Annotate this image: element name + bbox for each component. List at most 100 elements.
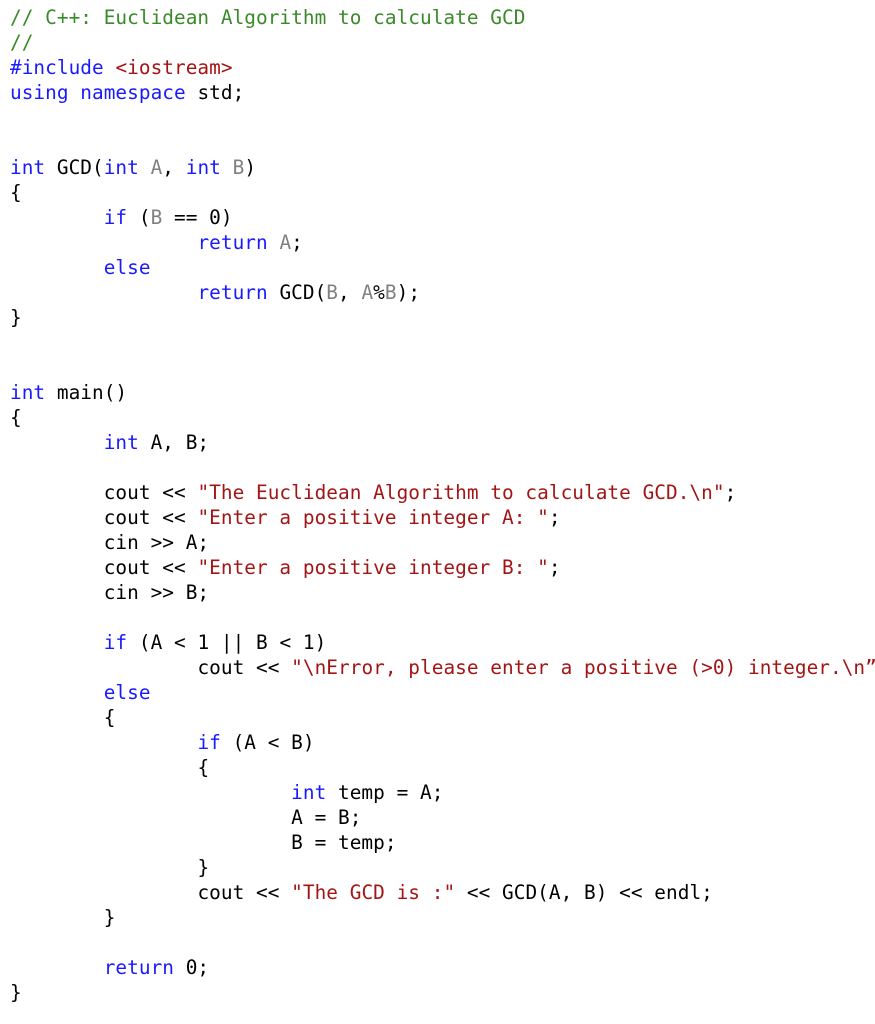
code-text: main(): [56, 381, 128, 404]
code-line: if (A < 1 || B < 1): [10, 630, 875, 655]
code-line: using namespace std;: [10, 80, 875, 105]
code-text: ;: [291, 231, 303, 254]
code-text: cout <<: [10, 481, 198, 504]
code-text: << GCD(A, B) << endl;: [455, 881, 713, 904]
code-keyword: int: [10, 381, 57, 404]
code-line: }: [10, 905, 875, 930]
code-text: 0;: [185, 956, 210, 979]
code-line: cout << "Enter a positive integer A: ";: [10, 505, 875, 530]
code-line: // C++: Euclidean Algorithm to calculate…: [10, 5, 875, 30]
code-text: ;: [548, 556, 561, 579]
code-text: }: [10, 306, 22, 329]
code-line: int main(): [10, 380, 875, 405]
code-line: else: [10, 255, 875, 280]
code-keyword: int: [103, 156, 151, 179]
code-line: B = temp;: [10, 830, 875, 855]
code-text: (A < 1 || B < 1): [138, 631, 327, 654]
code-line: if (A < B): [10, 730, 875, 755]
code-line: int A, B;: [10, 430, 875, 455]
code-line: {: [10, 180, 875, 205]
code-text: std;: [197, 81, 245, 104]
code-keyword: else: [103, 681, 151, 704]
code-text: cin >> B;: [10, 581, 210, 604]
code-line: {: [10, 755, 875, 780]
code-text: }: [10, 856, 210, 879]
code-text: cout <<: [10, 881, 292, 904]
code-text: GCD(: [279, 281, 327, 304]
code-line: //: [10, 30, 875, 55]
code-line: {: [10, 405, 875, 430]
code-text: }: [10, 906, 116, 929]
code-line: return 0;: [10, 955, 875, 980]
code-parameter: B: [326, 281, 339, 304]
code-line: }: [10, 855, 875, 880]
code-line: ​: [10, 105, 875, 130]
code-keyword: else: [103, 256, 151, 279]
code-string-literal: <iostream>: [115, 56, 233, 79]
code-text: A, B;: [150, 431, 210, 454]
code-keyword: if: [103, 206, 139, 229]
code-text: == 0): [162, 206, 233, 229]
code-text: A = B;: [10, 806, 362, 829]
code-listing: // C++: Euclidean Algorithm to calculate…: [10, 5, 875, 1005]
code-text: {: [10, 406, 22, 429]
code-text: ,: [162, 156, 186, 179]
code-line: }: [10, 305, 875, 330]
code-keyword: return: [103, 956, 186, 979]
code-text: }: [10, 981, 22, 1004]
code-text: ): [244, 156, 257, 179]
code-line: ​: [10, 355, 875, 380]
code-parameter: A: [150, 156, 163, 179]
code-line: int GCD(int A, int B): [10, 155, 875, 180]
code-string-literal: "Enter a positive integer A: ": [197, 506, 549, 529]
code-text: cin >> A;: [10, 531, 210, 554]
code-keyword: if: [103, 631, 139, 654]
code-keyword: int: [291, 781, 338, 804]
code-string-literal: "Enter a positive integer B: ": [197, 556, 549, 579]
code-line: ​: [10, 605, 875, 630]
code-parameter: A: [279, 231, 292, 254]
code-keyword: int: [10, 156, 57, 179]
code-line: cout << "The Euclidean Algorithm to calc…: [10, 480, 875, 505]
code-parameter: A: [361, 281, 374, 304]
code-line: int temp = A;: [10, 780, 875, 805]
code-line: cin >> A;: [10, 530, 875, 555]
code-line: {: [10, 705, 875, 730]
code-text: ;: [724, 481, 737, 504]
code-line: cout << "\nError, please enter a positiv…: [10, 655, 875, 680]
code-line: A = B;: [10, 805, 875, 830]
code-text: GCD(: [56, 156, 104, 179]
code-text: %: [373, 281, 385, 304]
code-text: cout <<: [10, 656, 292, 679]
code-keyword: using namespace: [10, 81, 198, 104]
code-text: cout <<: [10, 506, 198, 529]
code-line: if (B == 0): [10, 205, 875, 230]
code-line: ​: [10, 330, 875, 355]
code-line: ​: [10, 930, 875, 955]
code-line: cout << "Enter a positive integer B: ";: [10, 555, 875, 580]
code-line: #include <iostream>: [10, 55, 875, 80]
code-string-literal: "\nError, please enter a positive (>0) i…: [291, 656, 875, 679]
code-parameter: B: [150, 206, 163, 229]
code-text: ,: [338, 281, 362, 304]
code-text: );: [396, 281, 421, 304]
code-string-literal: "The Euclidean Algorithm to calculate GC…: [197, 481, 725, 504]
code-text: temp = A;: [338, 781, 444, 804]
code-line: ​: [10, 130, 875, 155]
code-comment: //: [10, 31, 34, 54]
code-keyword: int: [185, 156, 233, 179]
code-comment: // C++: Euclidean Algorithm to calculate…: [10, 6, 526, 29]
code-text: (: [138, 206, 151, 229]
code-text: ;: [548, 506, 561, 529]
code-line: cin >> B;: [10, 580, 875, 605]
code-text: {: [10, 181, 22, 204]
code-text: {: [10, 706, 116, 729]
